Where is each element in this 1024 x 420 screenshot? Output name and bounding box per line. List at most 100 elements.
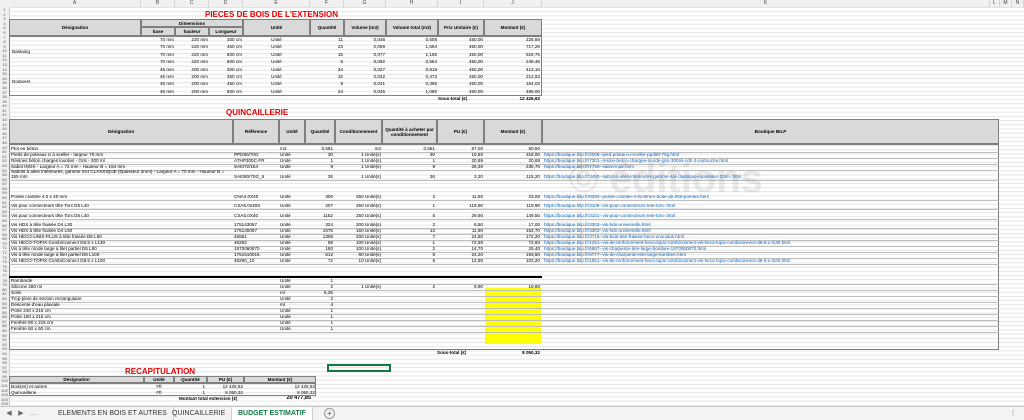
hw-cell-cond: 1 Unité(s) [361, 174, 381, 179]
hw-cell-unite: Unité [280, 296, 291, 301]
hw-cell-cond: 10 Unité(s) [358, 258, 381, 263]
column-header[interactable]: G [344, 0, 386, 7]
hw-cell-montant: 23,00 [528, 194, 541, 199]
hw-cell-achat: 2 [432, 194, 435, 199]
recap-cell-des: Bois(es) et autres [11, 384, 47, 389]
hw-cell-des: Vis HDX à tête fraisée D4 L50 [11, 228, 73, 233]
hw-cell-cond: 250 Unité(s) [355, 203, 381, 208]
hw-cell-pu: 9,90 [474, 284, 483, 289]
wood-cell-pu: 450,00 [468, 88, 483, 94]
hw-boutique-link[interactable]: https://boutique.bilp.fr/1551--vis-de-re… [544, 258, 994, 263]
hw-cell-unite: Unité [280, 258, 291, 263]
hw-cell-cond: 1 Unité(s) [361, 158, 381, 163]
wood-cell-vtot: 1,155 [425, 51, 438, 57]
column-header[interactable]: I [438, 0, 484, 7]
hw-cell-achat: 8 [432, 258, 435, 263]
hw-cell-montant: 72,60 [528, 240, 541, 245]
column-header[interactable]: J [484, 0, 542, 7]
hw-cell-qte: 1152 [323, 213, 333, 218]
hw-cell-des: Vis à tête ronde large à filet partiel D… [11, 246, 97, 251]
hw-header-boutique: Boutique BILP [542, 119, 999, 144]
column-header[interactable]: D [209, 0, 243, 7]
hw-cell-qte: 1 [330, 308, 333, 313]
hw-cell-qte: 1 [330, 320, 333, 325]
hw-cell-unite: Unité [280, 234, 291, 239]
column-header[interactable]: F [310, 0, 344, 7]
column-header[interactable]: A [9, 0, 141, 7]
hw-cell-pu: 3,20 [474, 174, 483, 179]
wood-header-volume: Volume (m3) [344, 19, 386, 36]
hw-cell-pu: 24,20 [471, 252, 484, 257]
hw-cell-ref: 1970060870 [234, 246, 260, 251]
wood-group-dosseret: Dosseret [12, 79, 31, 84]
wood-cell-longueur: 300 cm [226, 37, 242, 42]
selected-cell[interactable] [327, 364, 391, 372]
column-header[interactable]: B [141, 0, 175, 7]
sheet-grid[interactable]: PIECES DE BOIS DE L'EXTENSION Désignatio… [9, 7, 1024, 406]
hw-header-reference: Référence [233, 119, 279, 144]
hw-cell-pu: 8,50 [474, 222, 483, 227]
hw-cell-achat: 8 [432, 252, 435, 257]
hw-cell-pu: 11,50 [471, 194, 483, 199]
wood-cell-longueur: 500 cm [226, 88, 242, 94]
hw-cell-unite: Unité [280, 203, 291, 208]
recap-header-designation: Désignation [9, 376, 144, 383]
tab-elements-bois[interactable]: ELEMENTS EN BOIS ET AUTRES [52, 407, 174, 420]
recap-cell-des: Quincaillerie [11, 390, 37, 395]
hw-cell-qte: 160 [325, 246, 333, 251]
hw-cell-unite: Unité [280, 326, 291, 331]
hw-boutique-link[interactable]: https://boutique.bilp.fr/6687--vis-charp… [544, 246, 994, 251]
hw-boutique-link[interactable]: https://boutique.bilp.fr/1251--vis-de-re… [544, 240, 994, 245]
tab-budget-estimatif[interactable]: BUDGET ESTIMATIF [232, 407, 313, 420]
wood-cell-base: 45 mm [159, 74, 174, 79]
wood-header-montant: Montant (€) [484, 19, 542, 36]
hw-boutique-link[interactable]: https://boutique.bilp.fr/3716--vis-bois-… [544, 234, 994, 239]
hw-cell-des: Porte 240 x 215 cm [11, 308, 51, 313]
hw-cell-achat: 7 [432, 234, 435, 239]
hw-cell-achat: 5 [432, 213, 435, 218]
wood-cell-base: 70 mm [159, 51, 174, 57]
wood-cell-longueur: 600 cm [226, 59, 242, 65]
tab-bar-more-icon[interactable]: ⋮ [1008, 409, 1018, 419]
hw-cell-des: Vis HDX à tête fraisée D4 L30 [11, 222, 73, 227]
tab-quincaillerie[interactable]: QUINCAILLERIE [166, 407, 233, 420]
hw-boutique-link[interactable]: https://boutique.bilp.fr/3108--vis-pour-… [544, 203, 994, 208]
wood-header-designation: Désignation [9, 19, 141, 36]
hw-boutique-link[interactable]: https://boutique.bilp.fr/3303--vis-hdx-u… [544, 222, 994, 227]
hw-boutique-link[interactable]: https://boutique.bilp.fr/6777--vis-de-ch… [544, 252, 994, 257]
wood-subtotal-label: Sous-total (€) [438, 96, 468, 101]
wood-header-longueur: Longueur [209, 27, 243, 36]
hw-cell-cond: m3 [374, 146, 381, 151]
tab-more-icon[interactable]: … [28, 409, 38, 419]
add-sheet-icon[interactable]: + [324, 408, 335, 419]
wood-header-dimensions: Dimensions [141, 19, 243, 27]
row-separator [9, 199, 999, 201]
column-header[interactable]: C [175, 0, 209, 7]
column-header[interactable]: N [1012, 0, 1024, 7]
tab-scroll-left-icon[interactable]: ◀ [4, 409, 14, 419]
hw-cell-qte: 207 [325, 203, 333, 208]
hw-header-unite: Unité [279, 119, 305, 144]
hw-header-quantite: Quantité [305, 119, 335, 144]
column-header[interactable]: K [542, 0, 990, 7]
column-header[interactable]: L [990, 0, 1000, 7]
row-separator [9, 179, 999, 181]
hw-cell-ref: 45561 [234, 234, 247, 239]
column-header[interactable]: E [243, 0, 310, 7]
hw-cell-qte: 6,25 [324, 290, 333, 295]
hw-cell-unite: Unité [280, 284, 291, 289]
hw-boutique-link[interactable]: https://boutique.bilp.fr/3303--vis-hdx-u… [544, 228, 994, 233]
wood-cell-qte: 15 [337, 74, 343, 79]
hw-cell-ref: PPD80/70G [234, 152, 259, 157]
hw-cell-des: Silicone 280 ml [11, 284, 43, 289]
hw-cell-qte: 324 [325, 222, 333, 227]
hw-header-montant: Montant (€) [484, 119, 542, 144]
hw-boutique-link[interactable]: https://boutique.bilp.fr/3101--vis-pour-… [544, 213, 994, 218]
hw-header-designation: Désignation [9, 119, 233, 144]
tab-scroll-right-icon[interactable]: ▶ [16, 409, 26, 419]
hw-cell-pu: 26,30 [471, 164, 484, 169]
wood-cell-vol: 0,092 [373, 59, 386, 65]
column-header[interactable]: H [386, 0, 438, 7]
column-header[interactable]: M [1000, 0, 1012, 7]
hw-cell-qte: 68 [327, 240, 333, 245]
